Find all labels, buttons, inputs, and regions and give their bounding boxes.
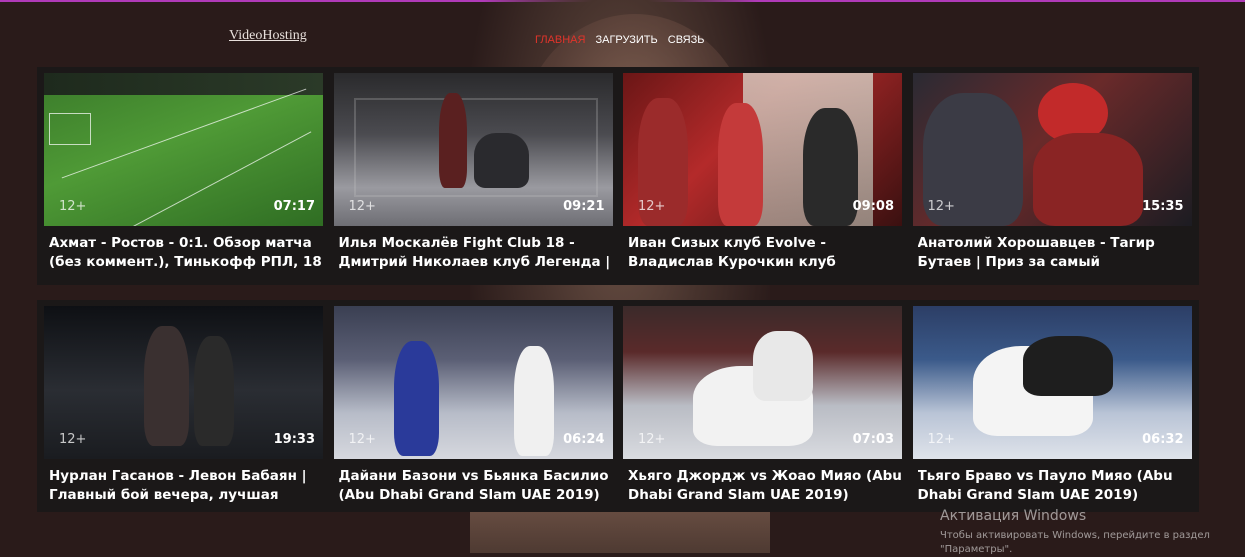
video-title[interactable]: Тьяго Браво vs Пауло Мияо (Abu Dhabi Gra… (918, 467, 1193, 505)
video-card[interactable]: 12+ 15:35 Анатолий Хорошавцев - Тагир Бу… (910, 73, 1196, 279)
video-title[interactable]: Нурлан Гасанов - Левон Бабаян | Главный … (49, 467, 324, 505)
video-row-1: 12+ 07:17 Ахмат - Ростов - 0:1. Обзор ма… (37, 67, 1199, 285)
site-logo[interactable]: VideoHosting (229, 28, 307, 44)
age-rating-badge: 12+ (927, 199, 955, 214)
video-thumbnail[interactable]: 12+ 07:03 (623, 306, 902, 459)
duration-badge: 07:17 (273, 199, 315, 214)
nav-item-home[interactable]: ГЛАВНАЯ (535, 34, 585, 46)
video-card[interactable]: 12+ 09:08 Иван Сизых клуб Evolve - Влади… (620, 73, 906, 279)
video-thumbnail[interactable]: 12+ 09:08 (623, 73, 902, 226)
video-row-2: 12+ 19:33 Нурлан Гасанов - Левон Бабаян … (37, 300, 1199, 512)
duration-badge: 06:24 (563, 432, 605, 447)
activation-line-2: "Параметры". (940, 544, 1013, 555)
duration-badge: 19:33 (273, 432, 315, 447)
video-thumbnail[interactable]: 12+ 07:17 (44, 73, 323, 226)
age-rating-badge: 12+ (348, 199, 376, 214)
age-rating-badge: 12+ (927, 432, 955, 447)
duration-badge: 15:35 (1142, 199, 1184, 214)
duration-badge: 09:21 (563, 199, 605, 214)
duration-badge: 09:08 (852, 199, 894, 214)
activation-title: Активация Windows (940, 508, 1087, 524)
video-card[interactable]: 12+ 09:21 Илья Москалёв Fight Club 18 - … (331, 73, 617, 279)
video-thumbnail[interactable]: 12+ 09:21 (333, 73, 613, 226)
video-thumbnail[interactable]: 12+ 15:35 (912, 73, 1192, 226)
duration-badge: 06:32 (1142, 432, 1184, 447)
age-rating-badge: 12+ (638, 432, 666, 447)
video-card[interactable]: 12+ 06:32 Тьяго Браво vs Пауло Мияо (Abu… (910, 306, 1196, 506)
site-header: VideoHosting ГЛАВНАЯ ЗАГРУЗИТЬ СВЯЗЬ (0, 0, 1245, 62)
activation-line-1: Чтобы активировать Windows, перейдите в … (940, 530, 1210, 541)
video-card[interactable]: 12+ 19:33 Нурлан Гасанов - Левон Бабаян … (41, 306, 327, 506)
video-title[interactable]: Иван Сизых клуб Evolve - Владислав Куроч… (628, 234, 903, 272)
windows-activation-watermark: Активация Windows Чтобы активировать Win… (940, 507, 1240, 557)
video-card[interactable]: 12+ 07:03 Хьяго Джордж vs Жоао Мияо (Abu… (620, 306, 906, 506)
video-title[interactable]: Илья Москалёв Fight Club 18 - Дмитрий Ни… (339, 234, 614, 272)
video-thumbnail[interactable]: 12+ 06:24 (333, 306, 613, 459)
video-title[interactable]: Хьяго Джордж vs Жоао Мияо (Abu Dhabi Gra… (628, 467, 903, 505)
video-thumbnail[interactable]: 12+ 06:32 (912, 306, 1192, 459)
nav-item-contact[interactable]: СВЯЗЬ (668, 34, 705, 46)
video-card[interactable]: 12+ 06:24 Дайани Базони vs Бьянка Басили… (331, 306, 617, 506)
age-rating-badge: 12+ (59, 199, 87, 214)
age-rating-badge: 12+ (638, 199, 666, 214)
video-title[interactable]: Ахмат - Ростов - 0:1. Обзор матча (без к… (49, 234, 324, 272)
age-rating-badge: 12+ (348, 432, 376, 447)
video-card[interactable]: 12+ 07:17 Ахмат - Ростов - 0:1. Обзор ма… (41, 73, 327, 279)
duration-badge: 07:03 (852, 432, 894, 447)
main-nav: ГЛАВНАЯ ЗАГРУЗИТЬ СВЯЗЬ (535, 34, 704, 46)
video-thumbnail[interactable]: 12+ 19:33 (44, 306, 323, 459)
nav-item-upload[interactable]: ЗАГРУЗИТЬ (595, 34, 657, 46)
video-title[interactable]: Анатолий Хорошавцев - Тагир Бутаев | При… (918, 234, 1193, 272)
age-rating-badge: 12+ (59, 432, 87, 447)
video-title[interactable]: Дайани Базони vs Бьянка Басилио (Abu Dha… (339, 467, 614, 505)
